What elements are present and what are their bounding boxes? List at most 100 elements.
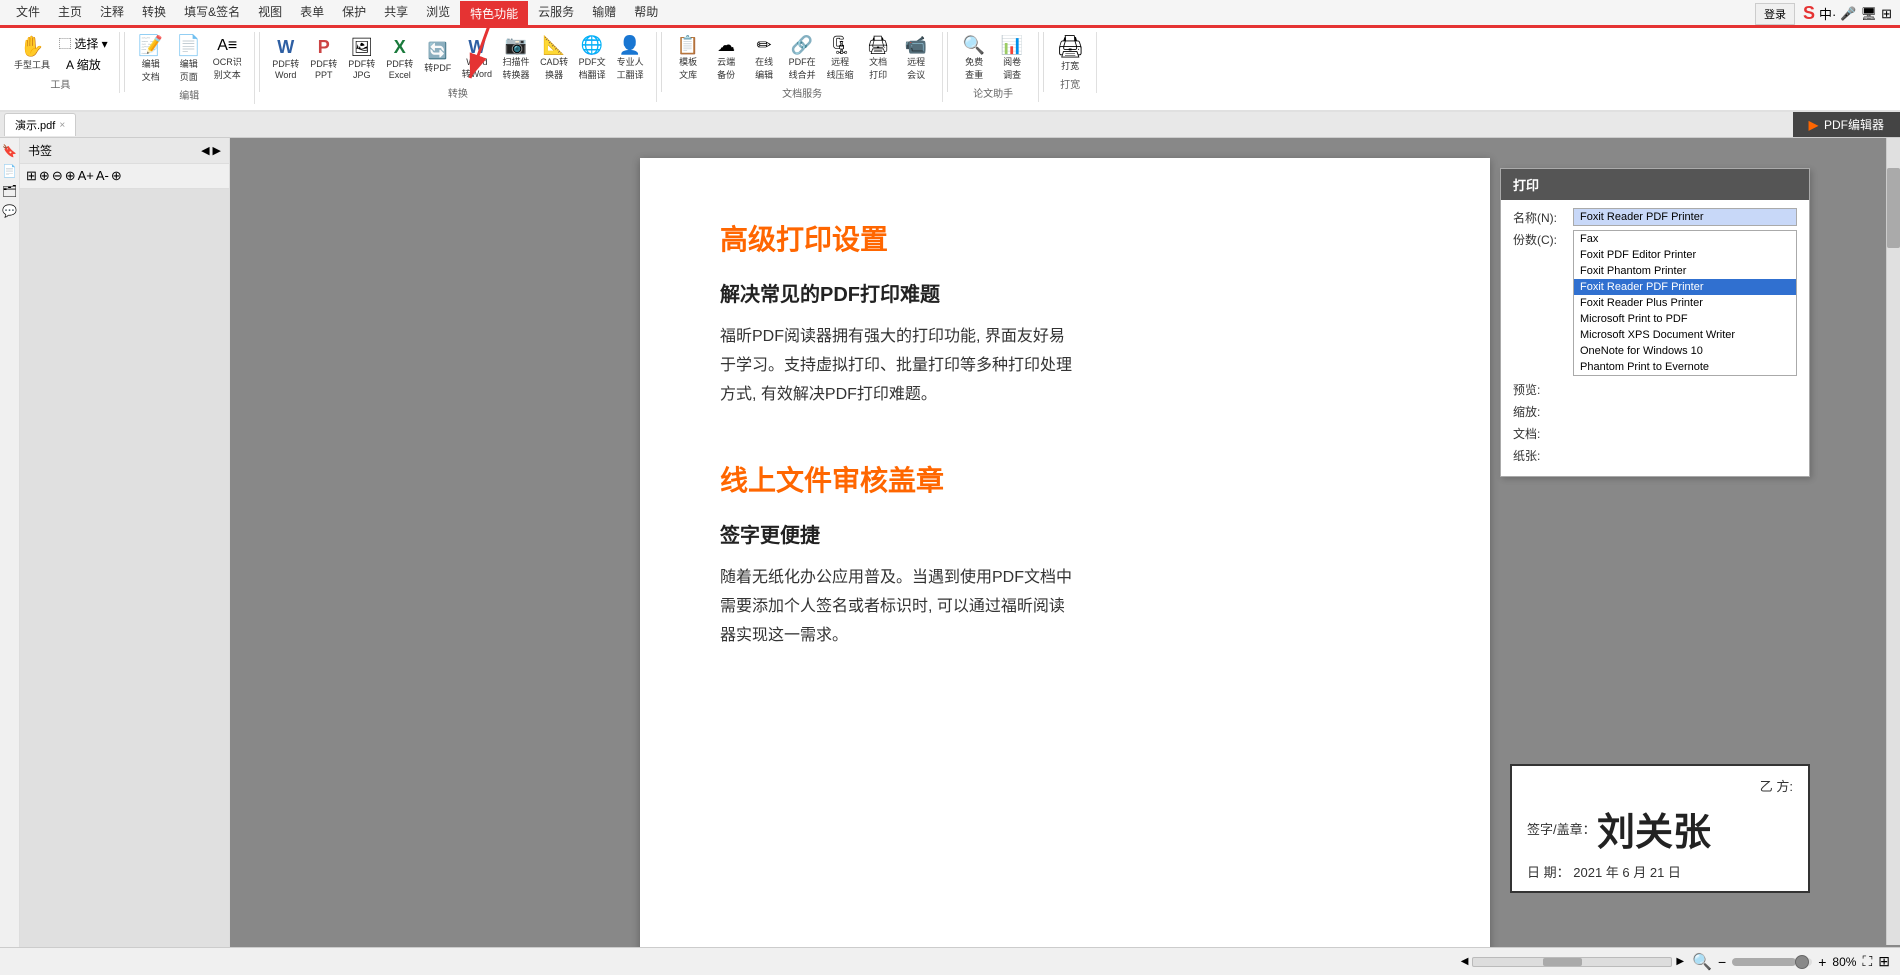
printer-list[interactable]: Fax Foxit PDF Editor Printer Foxit Phant… (1573, 230, 1797, 376)
printer-foxit-editor[interactable]: Foxit PDF Editor Printer (1574, 247, 1796, 263)
print-name-row: 名称(N): (1513, 208, 1797, 226)
sidebar-tool-6[interactable]: A- (96, 168, 109, 184)
printer-foxit-reader[interactable]: Foxit Reader PDF Printer (1574, 279, 1796, 295)
to-pdf-btn[interactable]: 🔄 转PDF (420, 42, 456, 76)
layer-icon[interactable]: 🗂 (2, 184, 17, 198)
zoom-btn[interactable]: A 缩放 (56, 55, 111, 74)
fullscreen-icon[interactable]: ⛶ (1862, 953, 1872, 970)
pdf-to-word-btn[interactable]: W PDF转Word (268, 36, 304, 82)
page-icon[interactable]: 📄 (2, 164, 17, 178)
zoom-minus-btn[interactable]: − (1718, 954, 1726, 970)
printer-evernote[interactable]: Phantom Print to Evernote (1574, 359, 1796, 375)
printer-ms-pdf[interactable]: Microsoft Print to PDF (1574, 311, 1796, 327)
pdf-to-excel-btn[interactable]: X PDF转Excel (382, 36, 418, 82)
menu-form[interactable]: 表单 (292, 1, 332, 26)
menu-gift[interactable]: 输赠 (584, 1, 624, 26)
horizontal-scroll-area: ◀ ▶ (1461, 956, 1684, 967)
menu-special-function[interactable]: 特色功能 (460, 1, 528, 26)
check-icon: 🔍 (963, 36, 985, 54)
menu-cloud[interactable]: 云服务 (530, 1, 582, 26)
pdf-to-jpg-btn[interactable]: 🖼 PDF转JPG (344, 36, 380, 82)
merge-label: PDF在线合并 (789, 55, 816, 81)
topbar-right: 登录 S 中· 🎤 🖥 ⊞ (1755, 3, 1892, 25)
select-tool-btn[interactable]: ⬚ 选择 ▾ (56, 34, 111, 53)
zoom-thumb[interactable] (1795, 955, 1809, 969)
menu-fill-sign[interactable]: 填写&签名 (176, 1, 248, 26)
doc-tab-close[interactable]: × (59, 120, 65, 131)
bookmark-icon[interactable]: 🔖 (2, 144, 17, 158)
sidebar-tool-3[interactable]: ⊖ (52, 168, 63, 184)
menu-home[interactable]: 主页 (50, 1, 90, 26)
cloud-label: 云端备份 (717, 55, 735, 81)
main-layout: 🔖 📄 🗂 💬 书签 ◀ ▶ ⊞ ⊕ ⊖ ⊕ A+ A- ⊕ (0, 138, 1900, 973)
pdf-merge-btn[interactable]: 🔗 PDF在线合并 (784, 34, 820, 83)
edit-page-btn[interactable]: 📄 编辑页面 (171, 34, 207, 85)
ocr-btn[interactable]: A≡ OCR识别文本 (209, 36, 246, 83)
sidebar-tool-1[interactable]: ⊞ (26, 168, 37, 184)
sep3 (661, 32, 662, 92)
pro-translate-btn[interactable]: 👤 专业人工翻译 (612, 34, 648, 83)
menu-help[interactable]: 帮助 (626, 1, 666, 26)
menu-protect[interactable]: 保护 (334, 1, 374, 26)
pro-translate-label: 专业人工翻译 (617, 55, 644, 81)
compress-btn[interactable]: 🗜 远程线压缩 (822, 34, 858, 83)
convert-items: W PDF转Word P PDF转PPT 🖼 PDF转JPG X PDF转Exc… (268, 34, 648, 83)
vertical-scrollbar[interactable] (1886, 138, 1900, 945)
scan-to-converter-btn[interactable]: 📷 扫描件转换器 (498, 34, 534, 83)
pdf-translate-btn[interactable]: 🌐 PDF文档翻译 (574, 34, 610, 83)
pdf-editor-label: PDF编辑器 (1824, 116, 1884, 133)
word-to-word-btn[interactable]: W Word转Word (458, 36, 496, 82)
remote-meeting-btn[interactable]: 📹 远程会议 (898, 34, 934, 83)
print-paper-label: 纸张: (1513, 446, 1573, 464)
cad-converter-btn[interactable]: 📐 CAD转换器 (536, 34, 572, 83)
section-print: 高级打印设置 解决常见的PDF打印难题 福昕PDF阅读器拥有强大的打印功能, 界… (720, 218, 1410, 409)
menu-bar: 文件 主页 注释 转换 填写&签名 视图 表单 保护 共享 浏览 特色功能 云服… (8, 1, 666, 26)
printer-foxit-reader-plus[interactable]: Foxit Reader Plus Printer (1574, 295, 1796, 311)
sidebar-tool-5[interactable]: A+ (78, 168, 94, 184)
comment-icon[interactable]: 💬 (2, 204, 17, 218)
printer-foxit-phantom[interactable]: Foxit Phantom Printer (1574, 263, 1796, 279)
menu-convert[interactable]: 转换 (134, 1, 174, 26)
menu-annotate[interactable]: 注释 (92, 1, 132, 26)
sidebar-back-icon[interactable]: ◀ (201, 144, 209, 157)
print-wide-btn[interactable]: 🖨 打宽 (1052, 34, 1088, 74)
zoom-plus-btn[interactable]: + (1818, 954, 1826, 970)
remote-print-btn[interactable]: 🖨 文档打印 (860, 34, 896, 83)
sidebar-forward-icon[interactable]: ▶ (213, 144, 221, 157)
meeting-label: 远程会议 (907, 55, 925, 81)
sidebar-tool-7[interactable]: ⊕ (111, 168, 122, 184)
sidebar-toolbar: ⊞ ⊕ ⊖ ⊕ A+ A- ⊕ (20, 164, 229, 189)
printer-fax[interactable]: Fax (1574, 231, 1796, 247)
menu-file[interactable]: 文件 (8, 1, 48, 26)
printer-onenote[interactable]: OneNote for Windows 10 (1574, 343, 1796, 359)
free-check-btn[interactable]: 🔍 免费查重 (956, 34, 992, 83)
sep1 (124, 32, 125, 92)
menu-view[interactable]: 视图 (250, 1, 290, 26)
sign-row: 签字/盖章： 刘关张 (1527, 801, 1793, 856)
edit-doc-btn[interactable]: 📝 编辑文档 (133, 34, 169, 85)
cloud-backup-btn[interactable]: ☁ 云端备份 (708, 34, 744, 83)
menu-share[interactable]: 共享 (376, 1, 416, 26)
print-items: 🖨 打宽 (1052, 34, 1088, 74)
survey-btn[interactable]: 📊 阅卷调查 (994, 34, 1030, 83)
scroll-right-icon[interactable]: ▶ (1676, 956, 1684, 967)
print-name-input[interactable] (1573, 208, 1797, 226)
cad-icon: 📐 (543, 36, 565, 54)
online-edit-btn[interactable]: ✏ 在线编辑 (746, 34, 782, 83)
grid-view-icon[interactable]: ⊞ (1878, 953, 1890, 970)
login-button[interactable]: 登录 (1755, 3, 1795, 25)
printer-ms-xps[interactable]: Microsoft XPS Document Writer (1574, 327, 1796, 343)
template-lib-btn[interactable]: 📋 模板文库 (670, 34, 706, 83)
sidebar-tool-4[interactable]: ⊕ (65, 168, 76, 184)
zoom-level: 80% (1832, 955, 1856, 969)
compress-icon: 🗜 (829, 36, 852, 54)
menu-browse[interactable]: 浏览 (418, 1, 458, 26)
zoom-slider[interactable] (1732, 958, 1812, 966)
doc-tab-demo[interactable]: 演示.pdf × (4, 113, 76, 136)
hand-tool-btn[interactable]: ✋ 手型工具 (10, 35, 54, 73)
scroll-bar-horizontal[interactable] (1472, 957, 1672, 967)
pdf-to-ppt-btn[interactable]: P PDF转PPT (306, 36, 342, 82)
zoom-out-icon[interactable]: 🔍 (1692, 952, 1712, 972)
scroll-left-icon[interactable]: ◀ (1461, 956, 1469, 967)
sidebar-tool-2[interactable]: ⊕ (39, 168, 50, 184)
